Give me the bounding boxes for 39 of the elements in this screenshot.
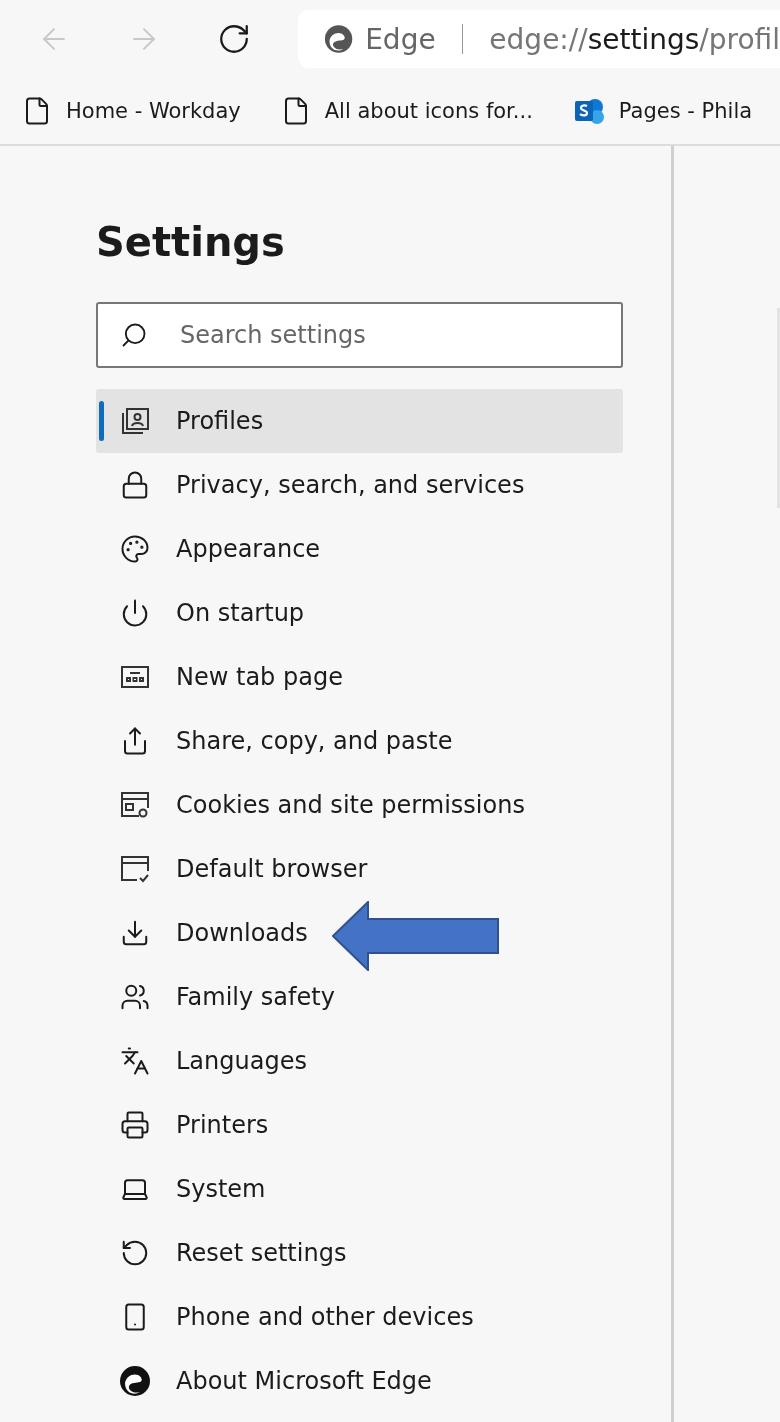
languages-icon bbox=[120, 1046, 150, 1076]
nav-item[interactable]: About Microsoft Edge bbox=[96, 1349, 623, 1413]
settings-title: Settings bbox=[96, 218, 286, 267]
nav-item[interactable]: On startup bbox=[96, 581, 623, 645]
url-text: edge://settings/profil bbox=[489, 22, 780, 56]
power-icon bbox=[120, 598, 150, 628]
refresh-icon bbox=[217, 22, 251, 56]
nav-item[interactable]: Privacy, search, and services bbox=[96, 453, 623, 517]
nav-item[interactable]: Appearance bbox=[96, 517, 623, 581]
nav-item[interactable]: System bbox=[96, 1157, 623, 1221]
edge-logo-icon bbox=[324, 22, 354, 56]
favorite-link[interactable]: All about icons for... bbox=[280, 96, 533, 126]
nav-item[interactable]: Downloads bbox=[96, 901, 623, 965]
reset-icon bbox=[120, 1238, 150, 1268]
nav-item[interactable]: Family safety bbox=[96, 965, 623, 1029]
nav-item[interactable]: Profiles bbox=[96, 389, 623, 453]
nav-item[interactable]: New tab page bbox=[96, 645, 623, 709]
browser-window-icon bbox=[119, 853, 151, 885]
nav-item[interactable]: Cookies and site permissions bbox=[96, 773, 623, 837]
search-icon bbox=[120, 321, 148, 349]
address-bar[interactable]: Edge edge://settings/profil bbox=[298, 10, 780, 68]
favorite-link[interactable]: Home - Workday bbox=[22, 96, 241, 126]
search-field[interactable]: Search settings bbox=[96, 302, 623, 368]
printer-icon bbox=[120, 1110, 150, 1140]
edge-logo-icon bbox=[119, 1365, 151, 1397]
favorite-link[interactable]: Pages - Phila bbox=[572, 95, 753, 127]
nav-item[interactable]: Phone and other devices bbox=[96, 1285, 623, 1349]
nav-item[interactable]: Reset settings bbox=[96, 1221, 623, 1285]
palette-icon bbox=[120, 534, 150, 564]
nav-item[interactable]: Printers bbox=[96, 1093, 623, 1157]
nav-item[interactable]: Share, copy, and paste bbox=[96, 709, 623, 773]
site-label: Edge bbox=[365, 22, 436, 56]
nav-item[interactable]: Languages bbox=[96, 1029, 623, 1093]
download-icon bbox=[120, 918, 150, 948]
family-icon bbox=[120, 982, 150, 1012]
lock-icon bbox=[120, 470, 150, 500]
profile-icon bbox=[119, 405, 151, 437]
selection-indicator bbox=[99, 401, 104, 441]
nav-item[interactable]: Default browser bbox=[96, 837, 623, 901]
